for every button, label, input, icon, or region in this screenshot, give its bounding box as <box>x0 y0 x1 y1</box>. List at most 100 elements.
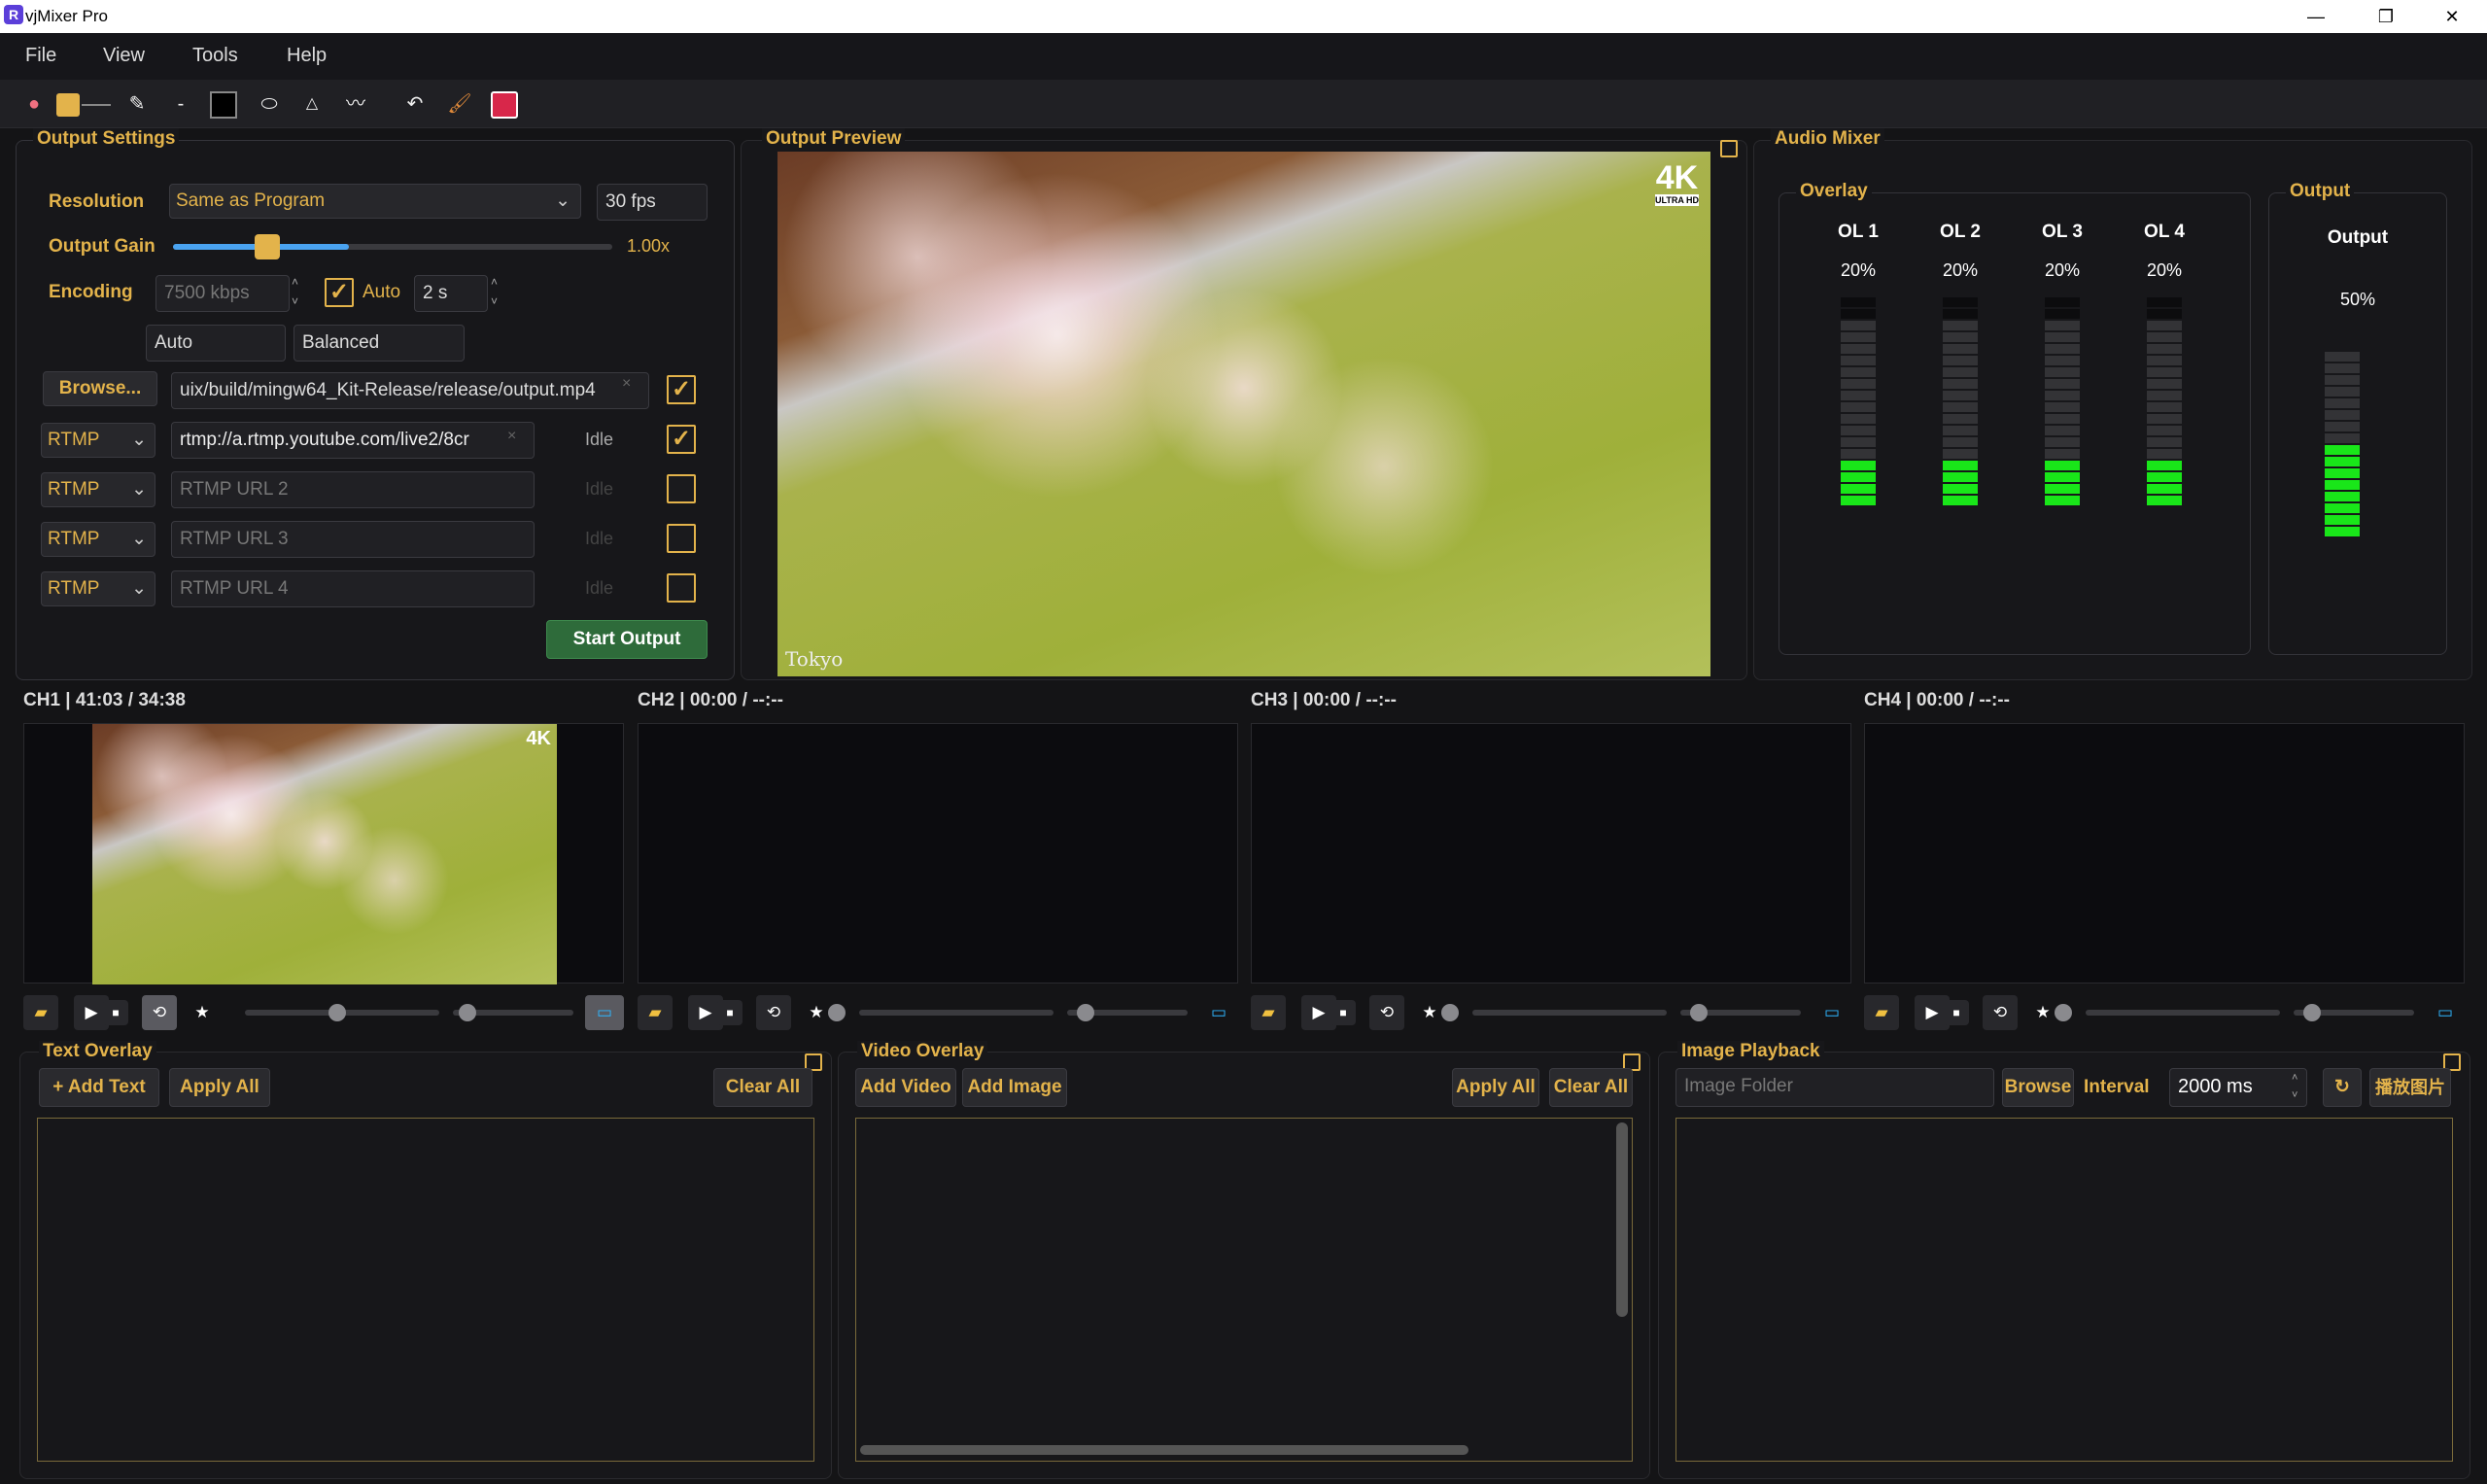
open-folder-icon[interactable]: ▰ <box>638 995 673 1030</box>
volume-knob[interactable] <box>1690 1004 1708 1021</box>
resolution-combo[interactable]: Same as Program ⌄ <box>169 184 581 219</box>
rtmp-proto-combo-4[interactable]: RTMP ⌄ <box>41 571 155 606</box>
rtmp-url-field-3[interactable]: RTMP URL 3 <box>171 521 535 558</box>
save-icon[interactable] <box>491 91 518 119</box>
add-text-button[interactable]: + Add Text <box>39 1068 159 1107</box>
video-apply-all-button[interactable]: Apply All <box>1452 1068 1539 1107</box>
stop-icon[interactable]: ■ <box>717 1000 743 1025</box>
rtmp-url-field-2[interactable]: RTMP URL 2 <box>171 471 535 508</box>
volume-knob[interactable] <box>459 1004 476 1021</box>
open-folder-icon[interactable]: ▰ <box>1251 995 1286 1030</box>
color-swatch-icon[interactable] <box>56 93 80 117</box>
ellipse-icon[interactable]: ⬭ <box>255 91 284 117</box>
menu-help[interactable]: Help <box>287 45 327 67</box>
menu-view[interactable]: View <box>103 45 145 67</box>
line-icon[interactable]: - <box>169 91 192 117</box>
start-output-button[interactable]: Start Output <box>546 620 708 659</box>
send-to-output-icon[interactable]: ▭ <box>585 995 624 1030</box>
loop-icon[interactable]: ⟲ <box>756 995 791 1030</box>
video-overlay-list[interactable] <box>855 1118 1633 1462</box>
interval-spinner[interactable]: ˄ ˅ <box>491 272 498 311</box>
video-clear-all-button[interactable]: Clear All <box>1549 1068 1633 1107</box>
output-file-path-field[interactable]: uix/build/mingw64_Kit-Release/release/ou… <box>171 372 649 409</box>
palette-icon[interactable]: ● <box>21 91 47 117</box>
stop-icon[interactable]: ■ <box>1330 1000 1356 1025</box>
preset-field-1[interactable]: Auto <box>146 325 286 362</box>
channel-4-view[interactable] <box>1864 723 2465 984</box>
record-enable-checkbox[interactable]: ✓ <box>667 375 696 404</box>
channel-1-view[interactable]: 4K <box>23 723 624 984</box>
rtmp-enable-checkbox-3[interactable] <box>667 524 696 553</box>
rtmp-proto-combo-3[interactable]: RTMP ⌄ <box>41 522 155 557</box>
seek-knob[interactable] <box>328 1004 346 1021</box>
brush-icon[interactable]: 🖌 <box>445 91 474 117</box>
minimize-button[interactable]: — <box>2281 0 2351 33</box>
fps-field[interactable]: 30 fps <box>597 184 708 221</box>
refresh-icon[interactable]: ↻ <box>2323 1068 2362 1107</box>
browse-button[interactable]: Browse... <box>43 371 157 406</box>
output-gain-handle[interactable] <box>255 234 280 259</box>
add-video-button[interactable]: Add Video <box>855 1068 956 1107</box>
overlay-level-meter[interactable] <box>2045 297 2080 507</box>
overlay-level-meter[interactable] <box>2147 297 2182 507</box>
play-images-button[interactable]: 播放图片 <box>2369 1068 2451 1107</box>
add-image-button[interactable]: Add Image <box>962 1068 1067 1107</box>
interval-field[interactable]: 2000 ms <box>2169 1068 2307 1107</box>
send-to-output-icon[interactable]: ▭ <box>1199 995 1238 1030</box>
menu-file[interactable]: File <box>25 45 56 67</box>
send-to-output-icon[interactable]: ▭ <box>1813 995 1851 1030</box>
fill-square-icon[interactable] <box>210 91 237 119</box>
open-folder-icon[interactable]: ▰ <box>23 995 58 1030</box>
stop-icon[interactable]: ■ <box>1944 1000 1969 1025</box>
interval-spinner[interactable]: ˄ ˅ <box>2292 1069 2297 1104</box>
volume-knob[interactable] <box>2303 1004 2321 1021</box>
rtmp-url-field-4[interactable]: RTMP URL 4 <box>171 570 535 607</box>
stroke-width-slider[interactable] <box>82 104 111 106</box>
text-clear-all-button[interactable]: Clear All <box>713 1068 812 1107</box>
rtmp-enable-checkbox-4[interactable] <box>667 573 696 603</box>
open-folder-icon[interactable]: ▰ <box>1864 995 1899 1030</box>
rtmp-proto-combo-1[interactable]: RTMP ⌄ <box>41 423 155 458</box>
output-gain-slider[interactable] <box>173 244 612 250</box>
send-to-output-icon[interactable]: ▭ <box>2426 995 2465 1030</box>
channel-4-seek-slider[interactable] <box>2086 1010 2280 1016</box>
rtmp-proto-combo-2[interactable]: RTMP ⌄ <box>41 472 155 507</box>
image-browse-button[interactable]: Browse <box>2002 1068 2074 1107</box>
pen-icon[interactable]: ✎ <box>122 91 152 117</box>
seek-knob[interactable] <box>828 1004 846 1021</box>
channel-3-view[interactable] <box>1251 723 1851 984</box>
image-playback-list[interactable] <box>1675 1118 2453 1462</box>
rtmp-enable-checkbox-2[interactable] <box>667 474 696 503</box>
rtmp-url-field-1[interactable]: rtmp://a.rtmp.youtube.com/live2/8cr <box>171 422 535 459</box>
loop-icon[interactable]: ⟲ <box>1369 995 1404 1030</box>
clear-url-icon[interactable]: × <box>507 428 516 445</box>
stop-icon[interactable]: ■ <box>103 1000 128 1025</box>
seek-knob[interactable] <box>1441 1004 1459 1021</box>
undo-icon[interactable]: ↶ <box>400 91 430 117</box>
horizontal-scrollbar[interactable] <box>860 1445 1468 1455</box>
loop-icon[interactable]: ⟲ <box>1983 995 2018 1030</box>
vertical-scrollbar[interactable] <box>1616 1122 1628 1317</box>
volume-knob[interactable] <box>1077 1004 1094 1021</box>
maximize-button[interactable]: ❐ <box>2351 0 2421 33</box>
image-folder-field[interactable]: Image Folder <box>1675 1068 1994 1107</box>
float-panel-icon[interactable] <box>1720 140 1738 157</box>
triangle-icon[interactable]: △ <box>299 91 325 117</box>
overlay-level-meter[interactable] <box>1943 297 1978 507</box>
channel-3-seek-slider[interactable] <box>1472 1010 1667 1016</box>
output-level-meter[interactable] <box>2325 352 2360 538</box>
wave-icon[interactable]: 〰 <box>340 91 371 117</box>
bitrate-spinner[interactable]: ˄ ˅ <box>292 272 298 311</box>
overlay-level-meter[interactable] <box>1841 297 1876 507</box>
channel-2-seek-slider[interactable] <box>859 1010 1054 1016</box>
auto-bitrate-checkbox[interactable]: ✓ <box>325 278 354 307</box>
channel-2-view[interactable] <box>638 723 1238 984</box>
loop-icon[interactable]: ⟲ <box>142 995 177 1030</box>
preset-field-2[interactable]: Balanced <box>294 325 465 362</box>
close-button[interactable]: ✕ <box>2417 0 2487 33</box>
menu-tools[interactable]: Tools <box>192 45 238 67</box>
favorite-star-icon[interactable]: ★ <box>185 995 220 1030</box>
text-apply-all-button[interactable]: Apply All <box>169 1068 270 1107</box>
rtmp-enable-checkbox-1[interactable]: ✓ <box>667 425 696 454</box>
text-overlay-list[interactable] <box>37 1118 814 1462</box>
